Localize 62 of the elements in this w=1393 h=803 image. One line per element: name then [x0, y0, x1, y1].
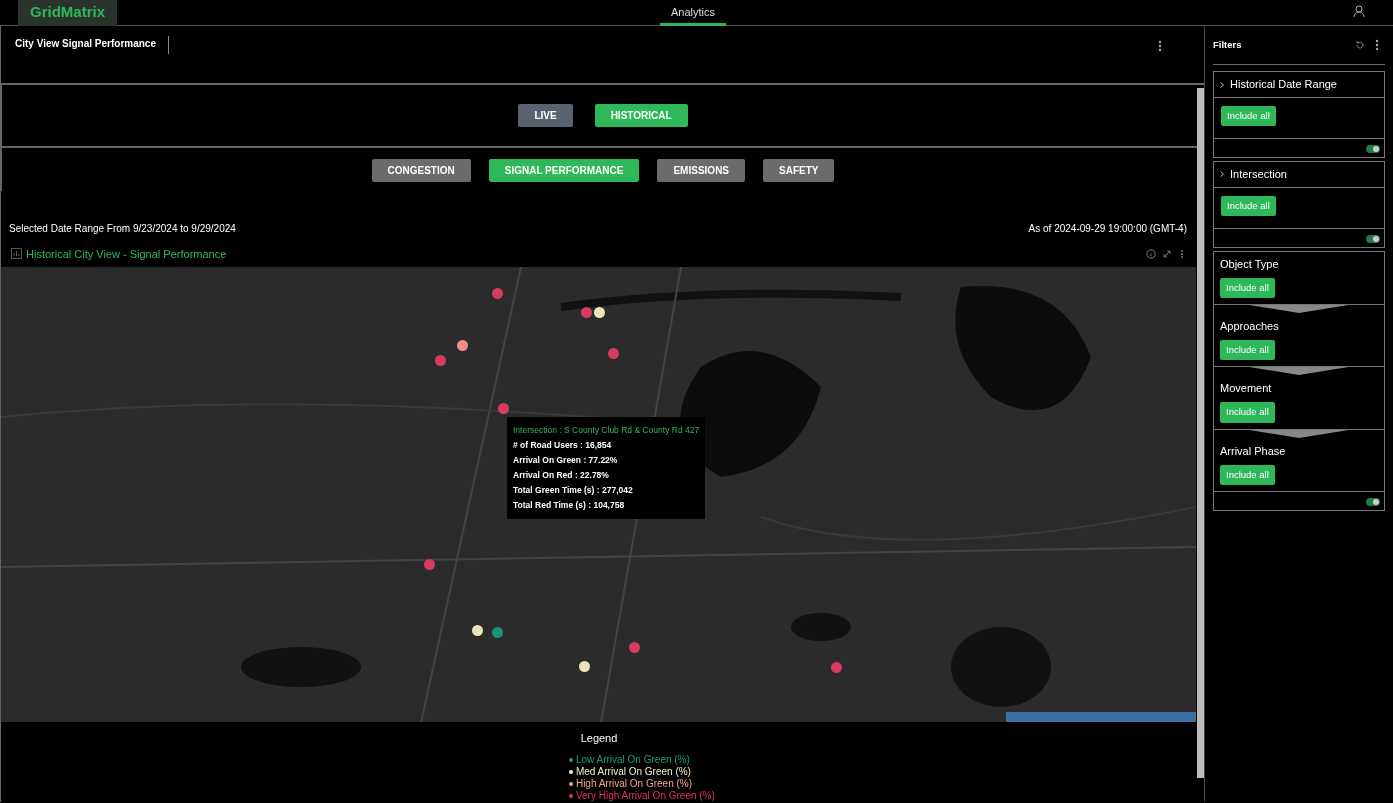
- include-all-button[interactable]: Include all: [1221, 105, 1276, 126]
- map-marker[interactable]: [457, 340, 468, 352]
- map-marker[interactable]: [581, 307, 592, 319]
- reset-icon[interactable]: [1355, 40, 1365, 51]
- more-icon[interactable]: [1375, 39, 1379, 52]
- include-all-button[interactable]: Include all: [1220, 340, 1275, 361]
- tooltip-line: Total Green Time (s) : 277,042: [513, 484, 634, 498]
- legend-label: Low Arrival On Green (%): [575, 754, 690, 766]
- filter-heading: Arrival Phase: [1220, 443, 1287, 459]
- tooltip-line: Arrival On Red : 22.78%: [513, 469, 610, 483]
- filter-heading: Object Type: [1220, 256, 1280, 272]
- chevron-icon[interactable]: [1220, 171, 1224, 178]
- legend-label: Very High Arrival On Green (%): [575, 790, 715, 802]
- tooltip-line: # of Road Users : 16,854: [513, 439, 613, 453]
- map-marker[interactable]: [492, 288, 503, 300]
- category-button[interactable]: SIGNAL PERFORMANCE: [488, 158, 640, 182]
- map-marker[interactable]: [608, 348, 619, 360]
- map-title: Historical City View - Signal Performance: [26, 246, 227, 262]
- panel-title: City View Signal Performance: [15, 36, 169, 54]
- map-marker[interactable]: [498, 403, 509, 415]
- toggle-switch[interactable]: [1366, 234, 1380, 243]
- map-marker[interactable]: [629, 642, 640, 654]
- map-marker[interactable]: [492, 627, 503, 639]
- tooltip-line: Arrival On Green : 77.22%: [513, 454, 619, 468]
- user-icon[interactable]: [1353, 5, 1365, 18]
- include-all-button[interactable]: Include all: [1221, 195, 1276, 216]
- mode-button[interactable]: HISTORICAL: [594, 103, 688, 127]
- nav-tab[interactable]: Analytics: [660, 0, 726, 26]
- as-of-text: As of 2024-09-29 19:00:00 (GMT-4): [1028, 221, 1187, 236]
- map-marker[interactable]: [424, 559, 435, 571]
- tooltip-line: Total Red Time (s) : 104,758: [513, 499, 626, 513]
- mode-button[interactable]: LIVE: [518, 103, 573, 127]
- chevron-icon[interactable]: [1220, 81, 1224, 88]
- category-button[interactable]: SAFETY: [763, 158, 835, 182]
- map-marker[interactable]: [435, 355, 446, 367]
- chart-icon: [11, 248, 22, 260]
- category-button[interactable]: CONGESTION: [371, 158, 471, 182]
- toggle-switch[interactable]: [1366, 497, 1380, 506]
- map-marker[interactable]: [831, 662, 842, 674]
- filter-heading[interactable]: Intersection: [1230, 166, 1287, 183]
- filter-heading: Movement: [1220, 381, 1273, 397]
- legend-label: High Arrival On Green (%): [575, 778, 693, 790]
- include-all-button[interactable]: Include all: [1220, 464, 1275, 485]
- legend-label: Med Arrival On Green (%): [575, 766, 691, 778]
- map-marker[interactable]: [472, 625, 483, 637]
- legend-title: Legend: [580, 730, 618, 746]
- filter-heading: Approaches: [1220, 319, 1280, 334]
- category-button[interactable]: EMISSIONS: [657, 158, 746, 182]
- include-all-button[interactable]: Include all: [1220, 277, 1275, 298]
- map-marker[interactable]: [594, 307, 605, 319]
- toggle-switch[interactable]: [1366, 145, 1380, 153]
- more-icon[interactable]: [1158, 40, 1162, 52]
- date-range-text: Selected Date Range From 9/23/2024 to 9/29/2024: [9, 221, 236, 236]
- filter-heading[interactable]: Historical Date Range: [1230, 76, 1337, 93]
- tooltip-heading: Intersection : S County Club Rd & County Rd 427: [513, 424, 700, 438]
- logo: GridMatrix: [18, 0, 117, 26]
- info-icon[interactable]: [1146, 248, 1156, 259]
- filters-title: Filters: [1213, 38, 1242, 52]
- expand-icon[interactable]: [1161, 248, 1172, 259]
- scrollbar[interactable]: [1197, 88, 1204, 778]
- include-all-button[interactable]: Include all: [1220, 402, 1275, 423]
- map-marker[interactable]: [579, 661, 590, 673]
